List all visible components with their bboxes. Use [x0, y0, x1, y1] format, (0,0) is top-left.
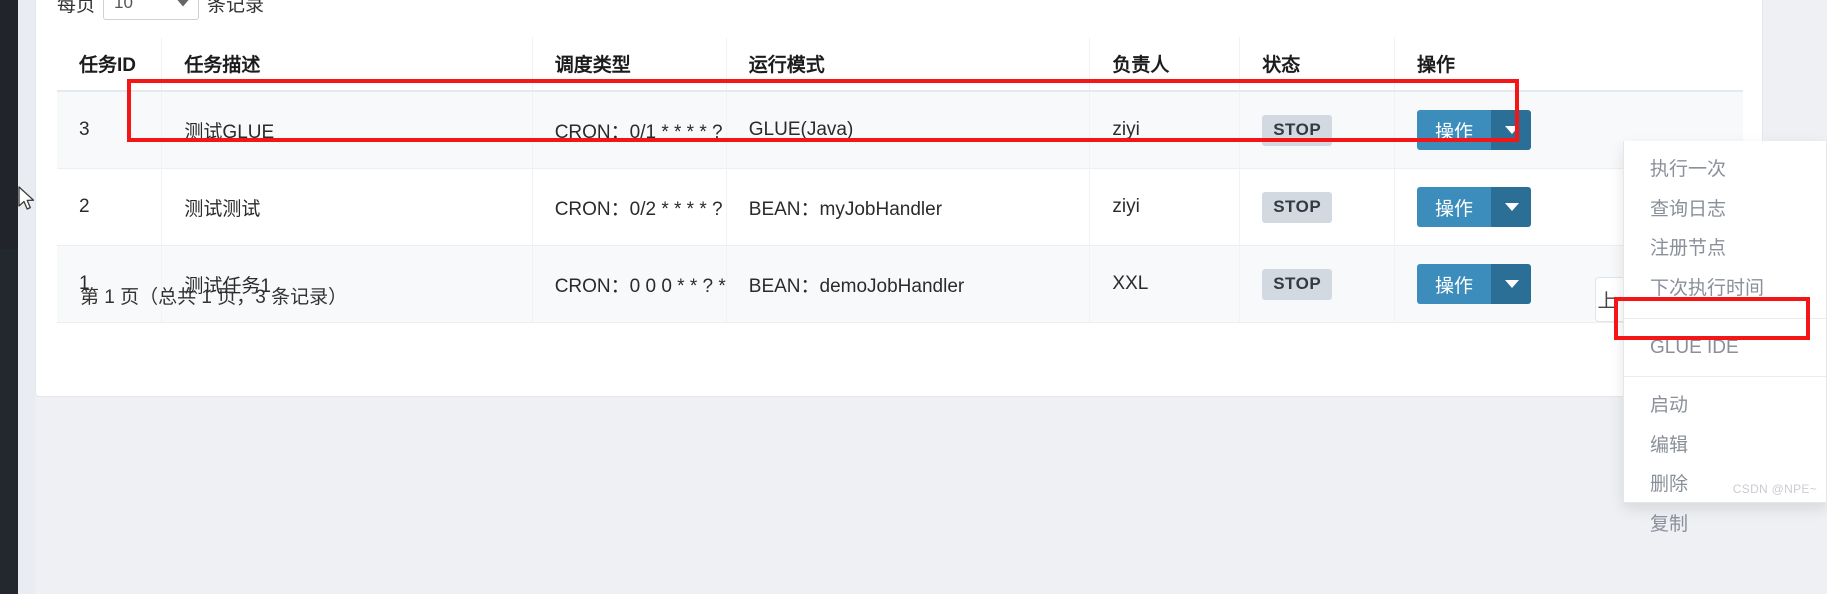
cell-mode: BEAN：demoJobHandler	[726, 245, 1091, 323]
action-split-button[interactable]: 操作	[1417, 110, 1532, 150]
menu-item-view-logs[interactable]: 查询日志	[1624, 190, 1826, 230]
column-header-desc[interactable]: 任务描述	[161, 37, 533, 92]
column-header-owner[interactable]: 负责人	[1089, 37, 1241, 92]
job-table: 任务ID 任务描述 调度类型 运行模式 负责人 状态 操作 3 测试GLUE C…	[57, 37, 1743, 323]
page-length-suffix-label: 条记录	[207, 0, 265, 16]
watermark-label: CSDN @NPE~	[1732, 482, 1817, 496]
caret-down-icon	[1504, 203, 1519, 211]
cell-mode: GLUE(Java)	[726, 91, 1091, 169]
cell-state: STOP	[1239, 168, 1396, 246]
page-length-value: 10	[114, 0, 133, 12]
caret-down-icon	[1504, 280, 1519, 288]
cell-id: 2	[57, 168, 163, 246]
table-row[interactable]: 2 测试测试 CRON：0/2 * * * * ? BEAN：myJobHand…	[57, 168, 1743, 246]
cell-mode: BEAN：myJobHandler	[726, 168, 1091, 246]
cell-id: 3	[57, 91, 163, 169]
menu-divider	[1624, 317, 1826, 319]
chevron-down-icon	[177, 0, 190, 7]
action-dropdown-toggle[interactable]	[1491, 187, 1532, 227]
cell-desc: 测试测试	[161, 168, 533, 246]
app-root: 每页 10 条记录 任务ID 任务描述 调度类型 运行模式 负责人 状态 操作	[0, 0, 1827, 594]
cell-state: STOP	[1239, 91, 1396, 169]
action-button[interactable]: 操作	[1417, 187, 1492, 227]
left-rail-top	[0, 0, 18, 249]
cell-owner: XXL	[1089, 245, 1241, 323]
action-dropdown-toggle[interactable]	[1491, 264, 1532, 304]
menu-item-next-time[interactable]: 下次执行时间	[1624, 269, 1826, 309]
job-list-card: 每页 10 条记录 任务ID 任务描述 调度类型 运行模式 负责人 状态 操作	[35, 0, 1763, 397]
status-badge: STOP	[1262, 268, 1333, 300]
column-header-ops: 操作	[1394, 37, 1743, 92]
cell-sched: CRON：0/1 * * * * ?	[532, 91, 727, 169]
action-split-button[interactable]: 操作	[1417, 187, 1532, 227]
left-gutter	[18, 0, 35, 594]
mouse-cursor-icon	[18, 186, 35, 210]
status-badge: STOP	[1262, 114, 1333, 146]
cell-owner: ziyi	[1089, 168, 1241, 246]
menu-divider	[1624, 376, 1826, 378]
pagination-info: 第 1 页（总共 1 页，3 条记录）	[80, 287, 348, 308]
caret-down-icon	[1504, 126, 1519, 134]
action-button[interactable]: 操作	[1417, 264, 1492, 304]
column-header-sched[interactable]: 调度类型	[532, 37, 727, 92]
cell-sched: CRON：0/2 * * * * ?	[532, 168, 727, 246]
menu-item-edit[interactable]: 编辑	[1624, 426, 1826, 466]
job-table-head: 任务ID 任务描述 调度类型 运行模式 负责人 状态 操作	[57, 37, 1743, 92]
cell-owner: ziyi	[1089, 91, 1241, 169]
action-split-button[interactable]: 操作	[1417, 264, 1532, 304]
cell-state: STOP	[1239, 245, 1396, 323]
menu-item-copy[interactable]: 复制	[1624, 505, 1826, 545]
menu-item-glue-ide[interactable]: GLUE IDE	[1624, 328, 1826, 368]
column-header-mode[interactable]: 运行模式	[726, 37, 1091, 92]
table-row[interactable]: 3 测试GLUE CRON：0/1 * * * * ? GLUE(Java) z…	[57, 91, 1743, 169]
cell-sched: CRON：0 0 0 * * ? *	[532, 245, 727, 323]
action-dropdown-menu: 执行一次 查询日志 注册节点 下次执行时间 GLUE IDE 启动 编辑 删除 …	[1623, 141, 1827, 535]
menu-item-registry[interactable]: 注册节点	[1624, 229, 1826, 269]
menu-item-run-once[interactable]: 执行一次	[1624, 150, 1826, 190]
left-rail-bottom	[0, 249, 18, 594]
page-length-prefix-label: 每页	[57, 0, 96, 16]
table-header-row: 任务ID 任务描述 调度类型 运行模式 负责人 状态 操作	[57, 37, 1743, 92]
action-button[interactable]: 操作	[1417, 110, 1492, 150]
cell-desc: 测试GLUE	[161, 91, 533, 169]
status-badge: STOP	[1262, 191, 1333, 223]
menu-item-start[interactable]: 启动	[1624, 386, 1826, 426]
page-length-control: 每页 10 条记录	[57, 0, 264, 20]
column-header-id[interactable]: 任务ID	[57, 37, 163, 92]
action-dropdown-toggle[interactable]	[1491, 110, 1532, 150]
column-header-state[interactable]: 状态	[1239, 37, 1396, 92]
page-length-select[interactable]: 10	[103, 0, 200, 20]
